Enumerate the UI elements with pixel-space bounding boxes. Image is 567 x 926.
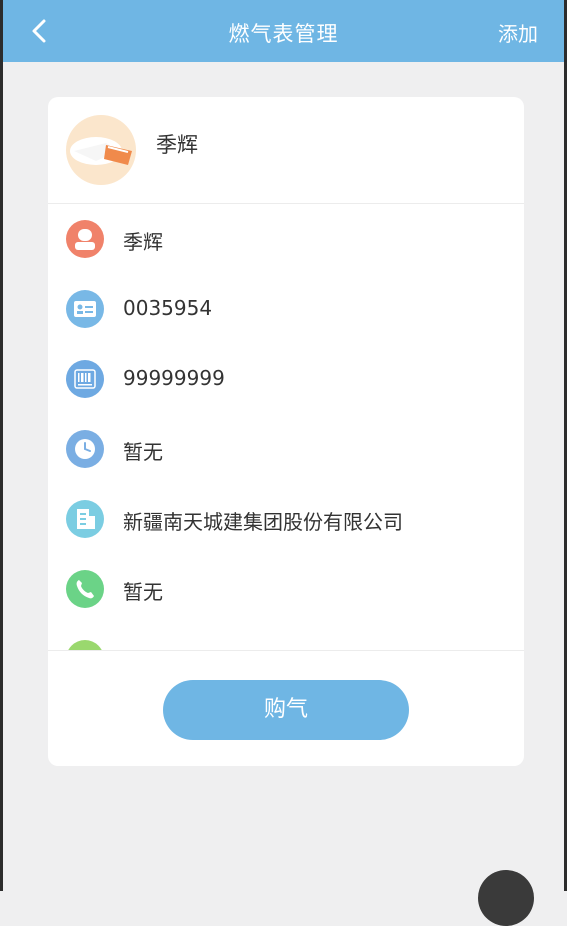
detail-row-company: 新疆南天城建集团股份有限公司 — [48, 484, 524, 554]
detail-row-meter-number: 99999999 — [48, 344, 524, 414]
building-icon — [66, 500, 104, 538]
add-button[interactable]: 添加 — [498, 18, 538, 47]
id-card-icon — [66, 290, 104, 328]
detail-row-partial — [48, 624, 524, 650]
detail-list: 季辉 0035954 99999999 暂无 新疆南天城建集团股份有限公司 暂无 — [48, 204, 524, 650]
detail-row-account: 0035954 — [48, 274, 524, 344]
detail-row-phone: 暂无 — [48, 554, 524, 624]
divider — [48, 650, 524, 651]
owner-name: 季辉 — [156, 133, 198, 157]
clock-icon — [66, 430, 104, 468]
avatar — [66, 115, 136, 185]
meter-card: 季辉 季辉 0035954 99999999 暂无 新疆南天城建集团股份有限公司… — [48, 97, 524, 766]
page-title: 燃气表管理 — [228, 22, 339, 46]
detail-text: 季辉 — [123, 230, 163, 254]
avatar-illustration-icon — [70, 137, 132, 165]
detail-row-name: 季辉 — [48, 204, 524, 274]
person-icon — [66, 220, 104, 258]
phone-icon — [66, 570, 104, 608]
floating-button[interactable] — [478, 870, 534, 926]
detail-row-time: 暂无 — [48, 414, 524, 484]
detail-text: 99999999 — [123, 366, 225, 390]
detail-text: 新疆南天城建集团股份有限公司 — [123, 510, 403, 534]
barcode-icon — [66, 360, 104, 398]
partial-icon — [66, 640, 104, 650]
owner-header: 季辉 — [48, 97, 524, 203]
detail-text: 暂无 — [123, 580, 163, 604]
buy-gas-button[interactable]: 购气 — [163, 680, 409, 740]
detail-text: 0035954 — [123, 296, 213, 320]
screen-edge-left — [0, 0, 3, 891]
detail-text: 暂无 — [123, 440, 163, 464]
nav-bar: 燃气表管理 添加 — [3, 0, 564, 62]
